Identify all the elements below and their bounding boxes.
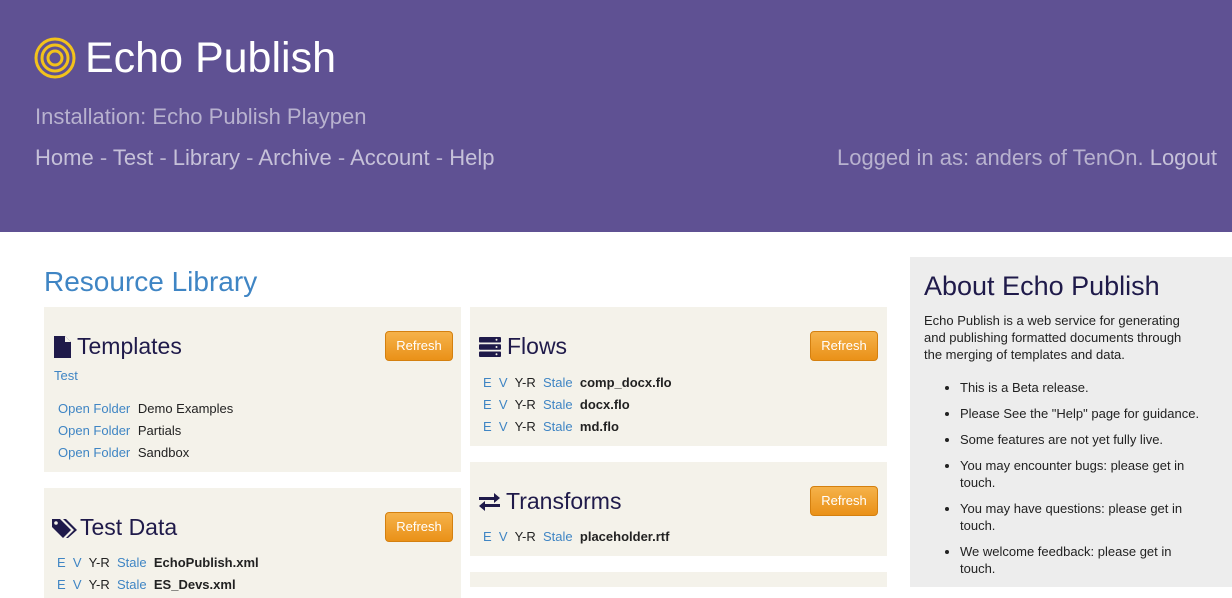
edit-link[interactable]: E [483, 397, 492, 412]
nav-separator: - [99, 145, 108, 170]
page-title: Resource Library [44, 266, 258, 297]
exchange-arrows-icon [479, 492, 500, 511]
file-name: md.flo [579, 419, 619, 434]
about-title: About Echo Publish [924, 271, 1160, 301]
nav-separator: - [337, 145, 346, 170]
file-name: placeholder.rtf [579, 529, 670, 544]
test-data-refresh-button[interactable]: Refresh [385, 512, 453, 542]
file-name: docx.flo [579, 397, 630, 412]
edit-link[interactable]: E [57, 577, 66, 592]
transforms-panel: Transforms Refresh E V Y-R Stale placeho… [470, 462, 887, 556]
list-item: E V Y-R Stale ES_Devs.xml [57, 577, 236, 592]
flows-refresh-button[interactable]: Refresh [810, 331, 878, 361]
list-item: E V Y-R Stale md.flo [483, 419, 619, 434]
app-title: Echo Publish [85, 34, 336, 82]
login-text: Logged in as: anders of TenOn. [836, 145, 1144, 170]
templates-test-link[interactable]: Test [54, 368, 78, 383]
status-link[interactable]: Stale [117, 555, 147, 570]
test-data-heading: Test Data [52, 514, 177, 541]
list-item: E V Y-R Stale comp_docx.flo [483, 375, 672, 390]
folder-name: Sandbox [137, 445, 190, 460]
file-name: EchoPublish.xml [153, 555, 259, 570]
flows-panel: Flows Refresh E V Y-R Stale comp_docx.fl… [470, 307, 887, 446]
yr-label: Y-R [514, 529, 536, 544]
view-link[interactable]: V [499, 375, 508, 390]
about-sidebar: About Echo Publish Echo Publish is a web… [910, 257, 1232, 587]
open-folder-link[interactable]: Open Folder [58, 401, 130, 416]
templates-panel: Templates Refresh Test Open Folder Demo … [44, 307, 461, 472]
header: Echo Publish Installation: Echo Publish … [0, 0, 1232, 232]
view-link[interactable]: V [499, 419, 508, 434]
nav-home[interactable]: Home [35, 145, 94, 170]
file-name: comp_docx.flo [579, 375, 672, 390]
transforms-title: Transforms [506, 488, 622, 514]
yr-label: Y-R [514, 419, 536, 434]
nav-separator: - [435, 145, 444, 170]
edit-link[interactable]: E [57, 555, 66, 570]
yr-label: Y-R [88, 577, 110, 592]
list-item: We welcome feedback: please get in touch… [960, 543, 1200, 577]
view-link[interactable]: V [499, 397, 508, 412]
nav-separator: - [246, 145, 254, 170]
templates-refresh-button[interactable]: Refresh [385, 331, 453, 361]
test-data-title: Test Data [80, 514, 178, 540]
tags-icon [52, 518, 77, 538]
list-item: Please See the "Help" page for guidance. [960, 405, 1200, 422]
list-item: You may have questions: please get in to… [960, 500, 1200, 534]
view-link[interactable]: V [73, 555, 82, 570]
status-link[interactable]: Stale [543, 375, 573, 390]
status-link[interactable]: Stale [543, 397, 573, 412]
list-item: E V Y-R Stale EchoPublish.xml [57, 555, 259, 570]
file-name: ES_Devs.xml [153, 577, 236, 592]
main-nav: Home - Test - Library - Archive - Accoun… [35, 145, 494, 171]
open-folder-link[interactable]: Open Folder [58, 445, 130, 460]
view-link[interactable]: V [73, 577, 82, 592]
list-item: This is a Beta release. [960, 379, 1200, 396]
yr-label: Y-R [514, 397, 536, 412]
about-list: This is a Beta release. Please See the "… [960, 379, 1200, 586]
templates-title: Templates [77, 333, 182, 359]
document-icon [54, 335, 71, 358]
folder-row: Open Folder Sandbox [58, 445, 189, 460]
flows-title: Flows [507, 333, 568, 359]
logo[interactable]: Echo Publish [34, 34, 336, 82]
edit-link[interactable]: E [483, 419, 492, 434]
flows-heading: Flows [479, 333, 567, 360]
nav-test[interactable]: Test [113, 145, 153, 170]
edit-link[interactable]: E [483, 375, 492, 390]
echo-logo-icon [34, 37, 76, 79]
transforms-heading: Transforms [479, 488, 621, 515]
folder-name: Demo Examples [137, 401, 234, 416]
list-item: E V Y-R Stale docx.flo [483, 397, 630, 412]
server-icon [479, 336, 501, 357]
logout-link[interactable]: Logout [1150, 145, 1217, 170]
folder-name: Partials [137, 423, 182, 438]
templates-test-row: Test [54, 368, 78, 383]
status-link[interactable]: Stale [117, 577, 147, 592]
view-link[interactable]: V [499, 529, 508, 544]
nav-archive[interactable]: Archive [258, 145, 331, 170]
list-item: Some features are not yet fully live. [960, 431, 1200, 448]
edit-link[interactable]: E [483, 529, 492, 544]
folder-row: Open Folder Demo Examples [58, 401, 233, 416]
transforms-refresh-button[interactable]: Refresh [810, 486, 878, 516]
folder-row: Open Folder Partials [58, 423, 181, 438]
about-description: Echo Publish is a web service for genera… [924, 313, 1182, 362]
login-status: Logged in as: anders of TenOn. Logout [837, 145, 1217, 171]
yr-label: Y-R [514, 375, 536, 390]
test-data-panel: Test Data Refresh E V Y-R Stale EchoPubl… [44, 488, 461, 598]
status-link[interactable]: Stale [543, 419, 573, 434]
nav-library[interactable]: Library [173, 145, 240, 170]
yr-label: Y-R [88, 555, 110, 570]
list-item: E V Y-R Stale placeholder.rtf [483, 529, 669, 544]
nav-help[interactable]: Help [449, 145, 494, 170]
nav-account[interactable]: Account [350, 145, 430, 170]
open-folder-link[interactable]: Open Folder [58, 423, 130, 438]
status-link[interactable]: Stale [543, 529, 573, 544]
list-item: You may encounter bugs: please get in to… [960, 457, 1200, 491]
installation-label: Installation: Echo Publish Playpen [35, 104, 367, 129]
next-panel [470, 572, 887, 587]
nav-separator: - [159, 145, 167, 170]
templates-heading: Templates [54, 333, 182, 360]
